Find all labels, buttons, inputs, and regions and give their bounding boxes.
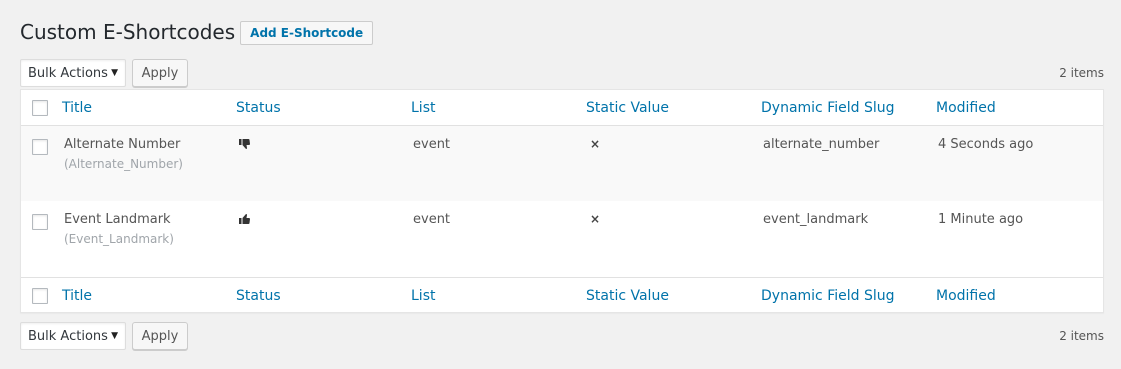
row-checkbox[interactable] [32, 139, 48, 155]
caret-down-icon: ▼ [111, 68, 118, 78]
row-list: event [413, 137, 451, 152]
row-slug: alternate_number [763, 137, 880, 152]
close-icon: × [590, 212, 601, 226]
row-list: event [413, 212, 451, 227]
bulk-actions-select[interactable]: Bulk Actions ▼ [20, 59, 126, 87]
row-modified: 4 Seconds ago [938, 137, 1034, 152]
apply-button[interactable]: Apply [132, 322, 188, 350]
column-list[interactable]: List [411, 288, 435, 304]
row-title-cell: Alternate Number (Alternate_Number) [64, 137, 183, 171]
bulk-actions-select[interactable]: Bulk Actions ▼ [20, 322, 126, 350]
column-static-value[interactable]: Static Value [586, 288, 669, 304]
bulk-actions-label: Bulk Actions [28, 65, 108, 81]
row-title-cell: Event Landmark (Event_Landmark) [64, 212, 174, 246]
table-header: Title Status List Static Value Dynamic F… [21, 90, 1103, 126]
thumbs-down-icon [239, 139, 250, 150]
column-static-value[interactable]: Static Value [586, 100, 669, 116]
add-e-shortcode-button[interactable]: Add E-Shortcode [240, 21, 374, 45]
bulk-actions-label: Bulk Actions [28, 328, 108, 344]
shortcodes-table: Title Status List Static Value Dynamic F… [20, 89, 1104, 313]
tablenav-top: Bulk Actions ▼ Apply 2 items [20, 58, 1104, 88]
items-count: 2 items [1059, 66, 1104, 80]
row-slug: event_landmark [763, 212, 869, 227]
close-icon: × [590, 137, 601, 151]
column-modified[interactable]: Modified [936, 100, 996, 116]
tablenav-bottom: Bulk Actions ▼ Apply 2 items [20, 321, 1104, 351]
row-title[interactable]: Alternate Number [64, 137, 183, 152]
select-all-checkbox[interactable] [32, 287, 48, 304]
column-dynamic-field-slug[interactable]: Dynamic Field Slug [761, 288, 895, 304]
column-dynamic-field-slug[interactable]: Dynamic Field Slug [761, 100, 895, 116]
column-title[interactable]: Title [62, 288, 92, 304]
table-footer: Title Status List Static Value Dynamic F… [21, 277, 1103, 313]
row-modified: 1 Minute ago [938, 212, 1024, 227]
apply-button[interactable]: Apply [132, 59, 188, 87]
column-modified[interactable]: Modified [936, 288, 996, 304]
row-checkbox[interactable] [32, 214, 48, 230]
items-count: 2 items [1059, 329, 1104, 343]
table-row: Alternate Number (Alternate_Number) even… [21, 126, 1103, 201]
select-all-checkbox[interactable] [32, 99, 48, 116]
row-title[interactable]: Event Landmark [64, 212, 174, 227]
row-shortcode: (Event_Landmark) [64, 232, 174, 246]
page-title: Custom E-Shortcodes [20, 20, 236, 44]
thumbs-up-icon [239, 213, 250, 224]
column-title[interactable]: Title [62, 100, 92, 116]
table-row: Event Landmark (Event_Landmark) event × … [21, 201, 1103, 276]
caret-down-icon: ▼ [111, 331, 118, 341]
page-heading: Custom E-Shortcodes Add E-Shortcode [20, 18, 374, 46]
column-list[interactable]: List [411, 100, 435, 116]
row-shortcode: (Alternate_Number) [64, 157, 183, 171]
column-status[interactable]: Status [236, 100, 281, 116]
column-status[interactable]: Status [236, 288, 281, 304]
